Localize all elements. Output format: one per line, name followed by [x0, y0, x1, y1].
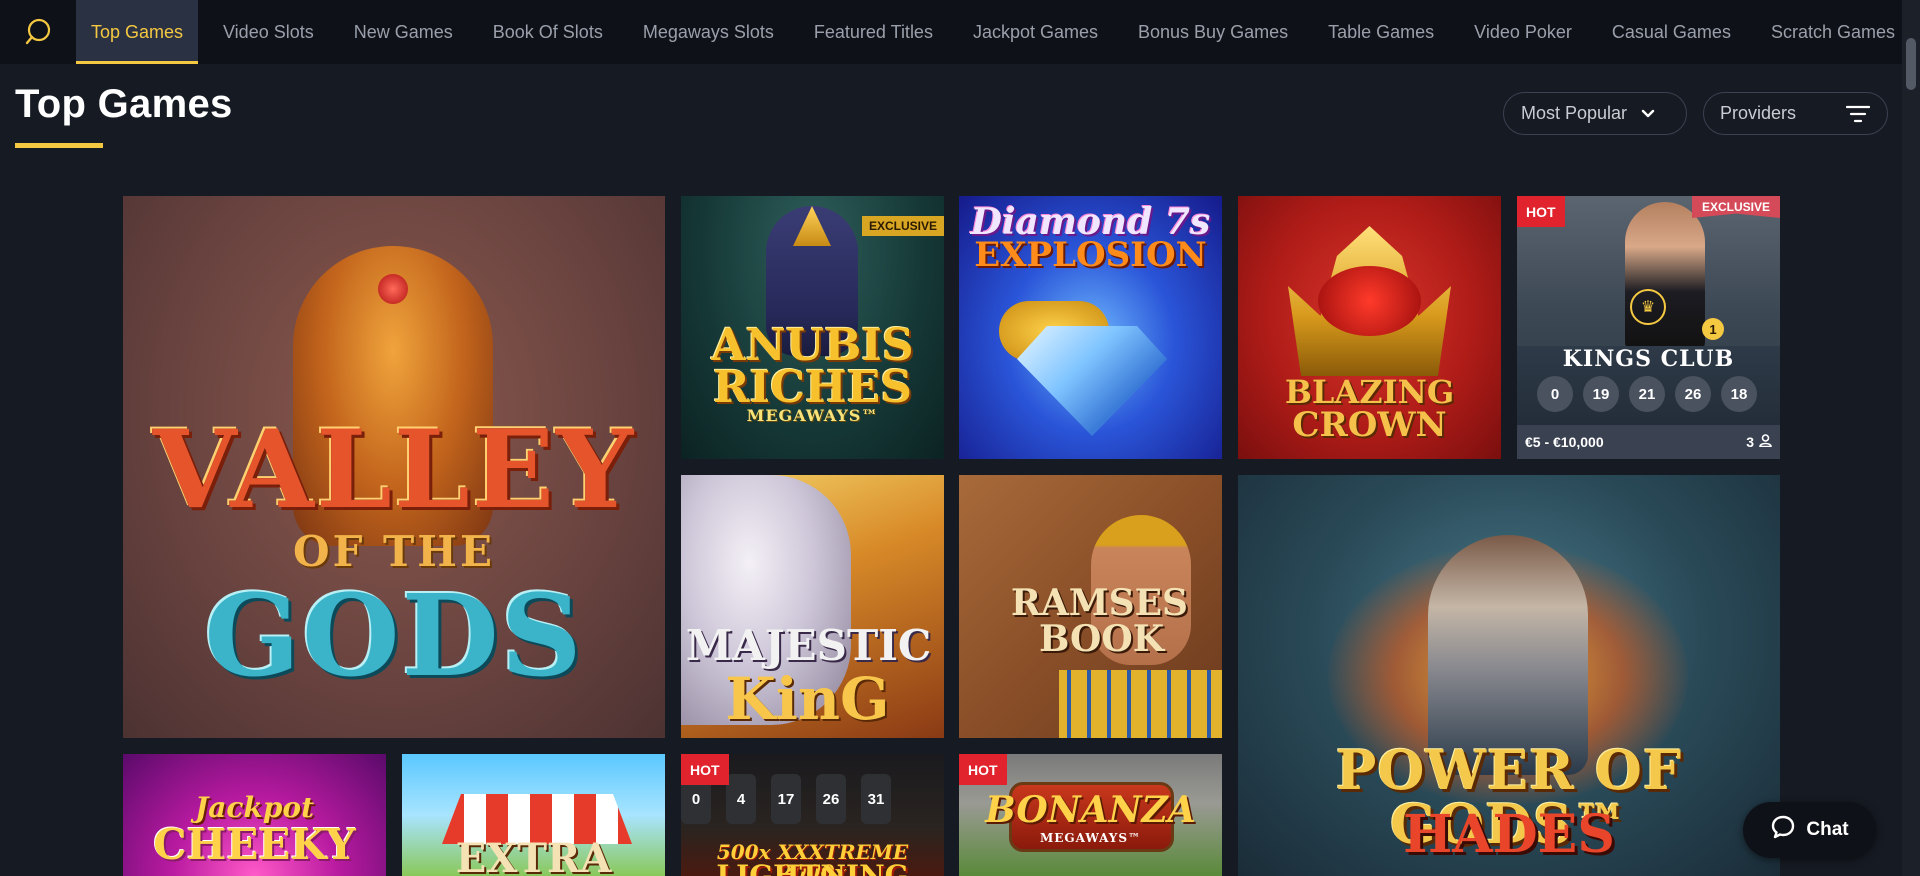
- game-tile-bonanza-megaways[interactable]: HOT BONANZA MEGAWAYS™: [959, 754, 1222, 876]
- game-artwork: [1059, 670, 1222, 738]
- game-logo-text: RAMSES: [1010, 582, 1189, 624]
- scrollbar-thumb[interactable]: [1906, 38, 1916, 90]
- game-logo-text: EXTRA: [455, 835, 612, 876]
- tab-bonus-buy-games[interactable]: Bonus Buy Games: [1123, 0, 1303, 64]
- game-logo-text: RICHES: [712, 362, 913, 413]
- tab-new-games[interactable]: New Games: [339, 0, 468, 64]
- tab-scratch-games[interactable]: Scratch Games: [1756, 0, 1910, 64]
- game-logo-text: BLAZING: [1284, 373, 1455, 411]
- sort-dropdown[interactable]: Most Popular: [1503, 92, 1687, 135]
- game-tile-blazing-crown[interactable]: BLAZING CROWN: [1238, 196, 1501, 459]
- game-logo-text: MEGAWAYS™: [1039, 831, 1142, 845]
- game-logo-text: BOOK: [1038, 618, 1165, 660]
- providers-label: Providers: [1720, 103, 1797, 123]
- table-info-bar: €5 - €10,000 3: [1517, 425, 1780, 459]
- tab-video-slots[interactable]: Video Slots: [208, 0, 329, 64]
- tab-video-poker[interactable]: Video Poker: [1459, 0, 1587, 64]
- tab-top-games[interactable]: Top Games: [75, 0, 199, 64]
- recent-results: 0 19 21 26 18: [1537, 376, 1757, 412]
- game-artwork-gem: [378, 274, 408, 304]
- player-count-value: 3: [1746, 434, 1754, 450]
- providers-filter-button[interactable]: Providers: [1703, 92, 1888, 135]
- chat-button[interactable]: Chat: [1743, 802, 1876, 858]
- game-tile-xxxtreme-lightning[interactable]: 0 4 17 26 31 HOT 500x XXXTREME 2000x LIG…: [681, 754, 944, 876]
- result-number: 4: [726, 774, 756, 824]
- game-logo-text: Jackpot: [194, 791, 315, 824]
- game-logo-text: GODS: [204, 571, 584, 702]
- game-logo-text: LIGHTNING: [716, 859, 909, 876]
- hot-badge: HOT: [681, 754, 729, 785]
- chat-bubble-icon: [1770, 814, 1796, 846]
- player-count: 3: [1746, 434, 1772, 450]
- hot-badge: HOT: [1517, 196, 1565, 227]
- sort-label: Most Popular: [1521, 103, 1628, 123]
- result-number: 31: [861, 774, 891, 824]
- exclusive-badge: EXCLUSIVE: [861, 216, 944, 236]
- game-tile-power-of-gods-hades[interactable]: POWER OF GODS™ HADES: [1238, 475, 1780, 876]
- user-icon: [1759, 434, 1772, 450]
- page-scrollbar[interactable]: [1902, 0, 1920, 876]
- result-number: 18: [1721, 376, 1757, 412]
- tab-featured-titles[interactable]: Featured Titles: [799, 0, 948, 64]
- game-tile-valley-of-the-gods[interactable]: VALLEY OF THE GODS: [123, 196, 665, 738]
- result-number: 26: [816, 774, 846, 824]
- game-tile-diamond-explosion[interactable]: Diamond 7s EXPLOSION: [959, 196, 1222, 459]
- chat-label: Chat: [1806, 819, 1849, 840]
- game-tile-majestic-king[interactable]: MAJESTIC KinG: [681, 475, 944, 738]
- top-nav: Top Games Video Slots New Games Book Of …: [0, 0, 1920, 64]
- game-logo-text: BONANZA: [985, 789, 1196, 831]
- game-tile-extra[interactable]: EXTRA: [402, 754, 665, 876]
- tab-table-games[interactable]: Table Games: [1313, 0, 1449, 64]
- filter-icon: [1845, 105, 1871, 128]
- game-tile-ramses-book[interactable]: RAMSES BOOK: [959, 475, 1222, 738]
- game-logo-text: KinG: [725, 665, 890, 733]
- exclusive-badge: EXCLUSIVE: [1691, 196, 1780, 218]
- bet-limits: €5 - €10,000: [1525, 434, 1604, 450]
- tab-casual-games[interactable]: Casual Games: [1597, 0, 1746, 64]
- hot-badge: HOT: [959, 754, 1007, 785]
- search-icon: [24, 18, 52, 46]
- game-logo-text: CROWN: [1292, 405, 1447, 445]
- game-artwork-diamond: [1017, 326, 1167, 436]
- tab-megaways-slots[interactable]: Megaways Slots: [628, 0, 789, 64]
- game-title: KINGS CLUB: [1562, 346, 1735, 372]
- result-number: 19: [1583, 376, 1619, 412]
- game-logo-text: VALLEY: [152, 407, 636, 533]
- tab-jackpot-games[interactable]: Jackpot Games: [958, 0, 1113, 64]
- chevron-down-icon: [1641, 103, 1655, 124]
- result-number: 0: [1537, 376, 1573, 412]
- search-button[interactable]: [0, 0, 76, 64]
- crown-logo-icon: ♛: [1630, 289, 1666, 325]
- game-logo-text: OF THE: [293, 527, 495, 576]
- table-number-badge: 1: [1702, 318, 1724, 340]
- game-logo-text: MEGAWAYS™: [746, 406, 879, 425]
- game-tile-kings-club[interactable]: HOT EXCLUSIVE ♛ 1 KINGS CLUB 0 19 21 26 …: [1517, 196, 1780, 459]
- category-tabs: Top Games Video Slots New Games Book Of …: [75, 0, 1920, 64]
- result-number: 26: [1675, 376, 1711, 412]
- game-logo-text: EXPLOSION: [974, 235, 1207, 275]
- game-logo-text: CHEEKY: [153, 820, 356, 869]
- title-underline: [15, 143, 103, 148]
- result-number: 17: [771, 774, 801, 824]
- result-number: 21: [1629, 376, 1665, 412]
- tab-book-of-slots[interactable]: Book Of Slots: [478, 0, 618, 64]
- game-logo-text: HADES: [1403, 804, 1615, 865]
- dealer-image: [1625, 202, 1705, 352]
- game-tile-anubis-riches[interactable]: EXCLUSIVE ANUBIS RICHES MEGAWAYS™: [681, 196, 944, 459]
- game-logo-text: MAJESTIC: [685, 621, 932, 670]
- game-artwork: [1318, 266, 1421, 336]
- game-tile-jackpot-cheeky[interactable]: Jackpot CHEEKY: [123, 754, 386, 876]
- page-title: Top Games: [15, 82, 233, 126]
